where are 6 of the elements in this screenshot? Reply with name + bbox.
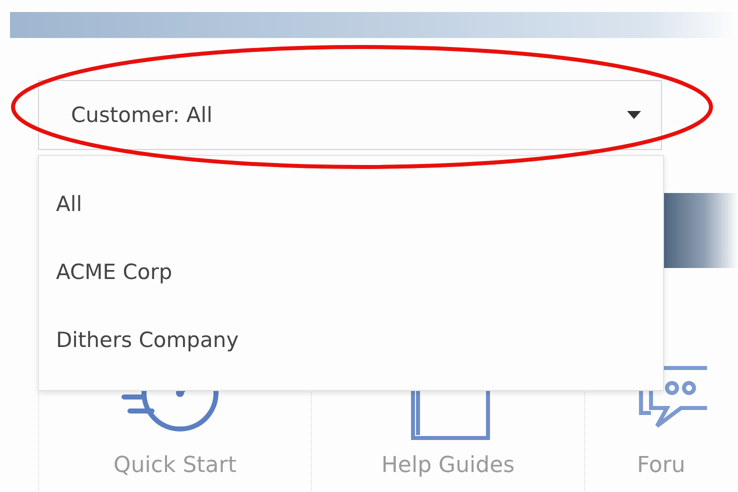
field-value: Customer: All: [71, 103, 212, 127]
dropdown-option[interactable]: Dithers Company: [39, 322, 663, 390]
customer-dropdown[interactable]: Customer: All: [38, 80, 662, 150]
dropdown-option[interactable]: ACME Corp: [39, 254, 663, 322]
caret-icon: [627, 111, 641, 119]
dropdown-option[interactable]: All: [39, 186, 663, 254]
